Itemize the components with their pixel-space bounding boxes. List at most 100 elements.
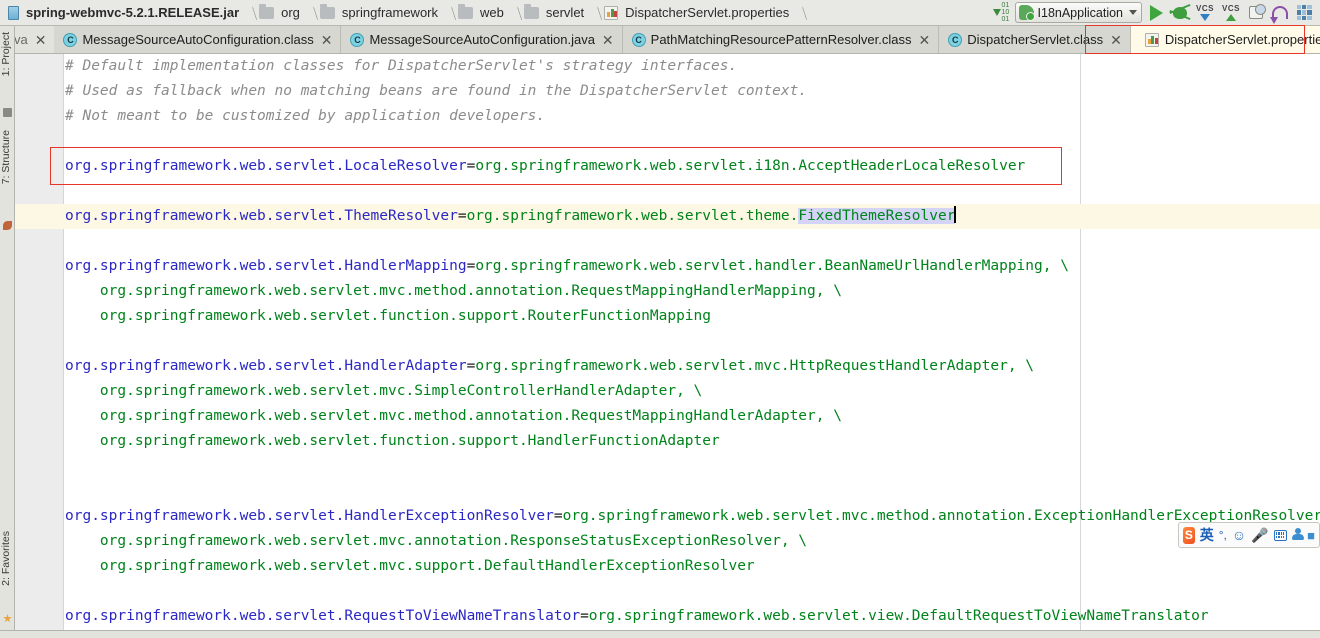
- structure-icon: [3, 221, 12, 230]
- breadcrumb-item-jar[interactable]: spring-webmvc-5.2.1.RELEASE.jar: [6, 0, 244, 26]
- breadcrumb-separator-icon: [589, 0, 602, 26]
- breadcrumb: spring-webmvc-5.2.1.RELEASE.jar org spri…: [6, 0, 993, 26]
- class-file-icon: C: [350, 32, 365, 47]
- bug-icon: [1173, 6, 1187, 19]
- code-key: org.springframework.web.servlet.HandlerE…: [65, 508, 554, 524]
- folder-icon: [523, 3, 539, 19]
- sidebar-item-project[interactable]: 1: Project: [0, 32, 15, 76]
- tab-messagesourceautoconfiguration-class[interactable]: C MessageSourceAutoConfiguration.class ✕: [54, 26, 342, 53]
- copy-button[interactable]: [1246, 3, 1266, 23]
- code-line: org.springframework.web.servlet.HandlerA…: [65, 358, 1035, 374]
- arrow-up-icon: [1226, 13, 1236, 21]
- tab-dispatcherservlet-properties[interactable]: DispatcherServlet.properties ✕: [1130, 26, 1320, 53]
- toolbox-icon[interactable]: ■: [1307, 528, 1315, 543]
- undo-icon: [1270, 6, 1288, 24]
- code-value: org.springframework.web.servlet.handler.…: [475, 258, 1069, 274]
- code-value: org.springframework.web.servlet.function…: [65, 308, 712, 324]
- text-caret: [954, 206, 957, 223]
- properties-file-icon: [1144, 32, 1159, 47]
- undo-button[interactable]: [1270, 3, 1290, 24]
- code-editor[interactable]: # Default implementation classes for Dis…: [15, 54, 1320, 638]
- arrow-down-icon: [1200, 13, 1210, 21]
- code-line: org.springframework.web.servlet.function…: [64, 304, 1320, 329]
- code-text: # Used as fallback when no matching bean…: [65, 83, 808, 99]
- breadcrumb-separator-icon: [305, 0, 318, 26]
- code-line: org.springframework.web.servlet.mvc.Simp…: [64, 379, 1320, 404]
- status-bar: [0, 630, 1320, 638]
- code-content[interactable]: # Default implementation classes for Dis…: [64, 54, 1320, 638]
- breadcrumb-separator-icon: [244, 0, 257, 26]
- debug-button[interactable]: [1170, 3, 1190, 23]
- code-key: org.springframework.web.servlet.RequestT…: [65, 608, 581, 624]
- ime-toolbar[interactable]: S 英 °, ☺ 🎤 ■: [1178, 522, 1320, 548]
- code-line: org.springframework.web.servlet.HandlerE…: [64, 504, 1320, 529]
- ide-window: spring-webmvc-5.2.1.RELEASE.jar org spri…: [0, 0, 1320, 638]
- microphone-icon[interactable]: 🎤: [1251, 527, 1268, 543]
- breadcrumb-item-springframework[interactable]: springframework: [318, 0, 443, 26]
- code-value: org.springframework.web.servlet.mvc.supp…: [65, 558, 755, 574]
- keyboard-icon[interactable]: [1273, 529, 1287, 541]
- breadcrumb-separator-icon: [794, 0, 807, 26]
- breadcrumb-item-servlet[interactable]: servlet: [522, 0, 589, 26]
- copy-icon: [1249, 4, 1266, 19]
- code-key: org.springframework.web.servlet.ThemeRes…: [65, 208, 458, 224]
- ime-mode-toggle[interactable]: 英: [1200, 525, 1214, 545]
- code-value: org.springframework.web.servlet.mvc.Simp…: [65, 383, 703, 399]
- breadcrumb-separator-icon: [509, 0, 522, 26]
- breadcrumb-label: springframework: [341, 5, 439, 20]
- vcs-update-button[interactable]: VCS: [1194, 4, 1216, 21]
- code-value: org.springframework.web.servlet.i18n.Acc…: [475, 158, 1026, 174]
- breadcrumb-item-file[interactable]: DispatcherServlet.properties: [602, 0, 794, 26]
- tab-label: DispatcherServlet.properties: [1164, 32, 1320, 47]
- code-text: # Default implementation classes for Dis…: [65, 58, 738, 74]
- breadcrumb-item-web[interactable]: web: [456, 0, 509, 26]
- close-icon[interactable]: ✕: [919, 33, 931, 47]
- code-key: org.springframework.web.servlet.HandlerM…: [65, 258, 467, 274]
- jar-icon: [8, 5, 19, 20]
- close-icon[interactable]: ✕: [602, 33, 614, 47]
- code-line: org.springframework.web.servlet.mvc.meth…: [64, 279, 1320, 304]
- user-dictionary-icon[interactable]: [1291, 528, 1305, 542]
- code-line: org.springframework.web.servlet.LocaleRe…: [65, 158, 1026, 174]
- tab-label: MessageSourceAutoConfiguration.class: [82, 32, 314, 47]
- code-line: # Default implementation classes for Dis…: [64, 54, 1320, 79]
- code-line: org.springframework.web.servlet.mvc.meth…: [64, 404, 1320, 429]
- code-line: org.springframework.web.servlet.RequestT…: [65, 608, 1209, 624]
- vcs-label: VCS: [1222, 3, 1240, 13]
- vcs-commit-button[interactable]: VCS: [1220, 3, 1242, 21]
- spring-boot-icon: [1018, 5, 1035, 21]
- sort-numeric-icon[interactable]: 01 10 01: [992, 2, 1011, 23]
- close-icon[interactable]: ✕: [1110, 33, 1122, 47]
- close-icon[interactable]: ✕: [321, 33, 333, 47]
- layout-button[interactable]: [1294, 3, 1314, 23]
- run-configuration-selector[interactable]: I18nApplication: [1014, 2, 1142, 23]
- main-toolbar: 01 10 01 I18nApplication VCS VCS: [992, 0, 1320, 26]
- folder-icon: [458, 3, 474, 19]
- project-icon: [3, 108, 12, 117]
- breadcrumb-item-org[interactable]: org: [257, 0, 305, 26]
- breadcrumb-label: spring-webmvc-5.2.1.RELEASE.jar: [26, 5, 240, 20]
- sidebar-item-favorites[interactable]: 2: Favorites: [0, 531, 15, 586]
- breadcrumb-separator-icon: [443, 0, 456, 26]
- run-button[interactable]: [1146, 3, 1166, 23]
- tab-label: PathMatchingResourcePatternResolver.clas…: [650, 32, 912, 47]
- code-key: org.springframework.web.servlet.LocaleRe…: [65, 158, 467, 174]
- class-file-icon: C: [631, 32, 646, 47]
- properties-file-icon: [604, 5, 619, 20]
- close-icon[interactable]: ✕: [35, 33, 47, 47]
- code-value: org.springframework.web.servlet.mvc.Http…: [475, 358, 1035, 374]
- tab-messagesourceautoconfiguration-java[interactable]: C MessageSourceAutoConfiguration.java ✕: [341, 26, 623, 53]
- selected-text[interactable]: FixedThemeResolver: [798, 208, 956, 224]
- editor-gutter[interactable]: [15, 54, 64, 638]
- smiley-icon[interactable]: ☺: [1232, 527, 1246, 543]
- tab-dispatcherservlet-class[interactable]: C DispatcherServlet.class ✕: [939, 26, 1131, 53]
- tab-pathmatchingresourcepatternresolver-class[interactable]: C PathMatchingResourcePatternResolver.cl…: [622, 26, 940, 53]
- tab-label: MessageSourceAutoConfiguration.java: [369, 32, 595, 47]
- ime-punctuation-toggle[interactable]: °,: [1219, 528, 1227, 542]
- sidebar-item-structure[interactable]: 7: Structure: [0, 130, 15, 184]
- sogou-logo-icon[interactable]: S: [1183, 526, 1195, 544]
